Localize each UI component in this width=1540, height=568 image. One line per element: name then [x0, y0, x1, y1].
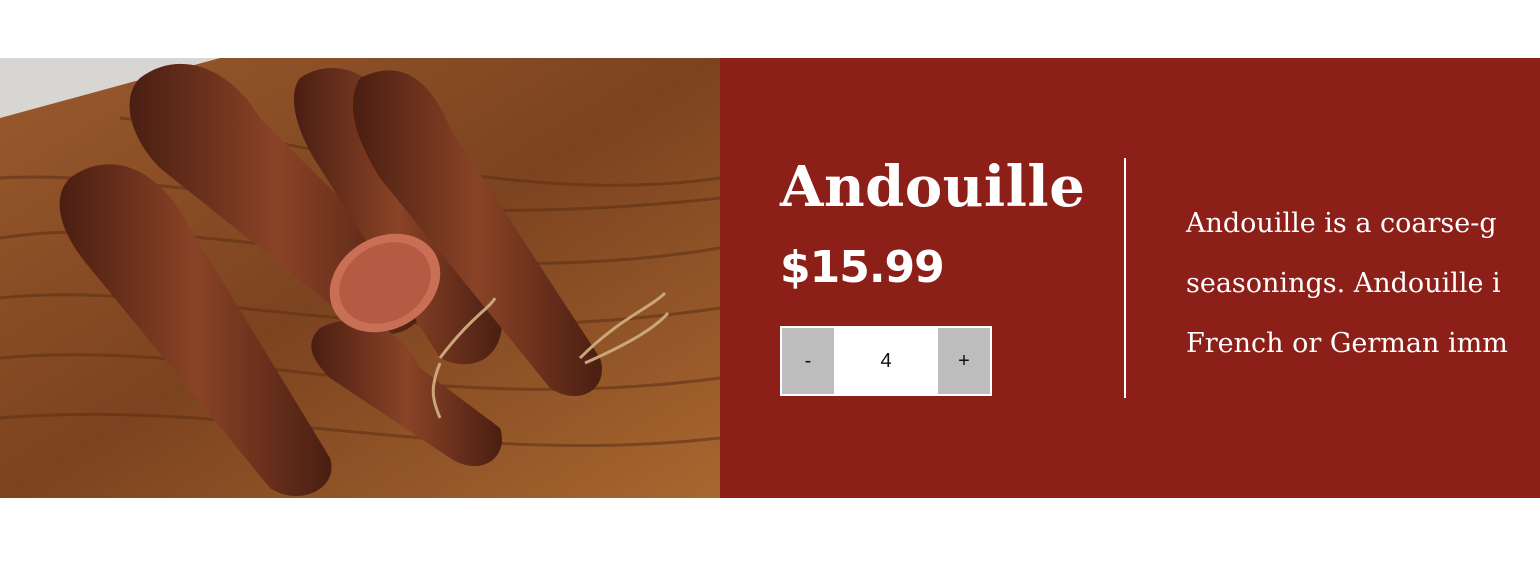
quantity-stepper: - +: [780, 326, 992, 396]
product-feature: Andouille $15.99 - + Andouille is a coar…: [0, 58, 1540, 498]
product-title: Andouille: [780, 154, 1086, 220]
product-info-panel: Andouille $15.99 - + Andouille is a coar…: [720, 58, 1540, 498]
product-photo: [0, 58, 720, 498]
sausage-photo-icon: [0, 58, 720, 498]
product-price: $15.99: [780, 242, 945, 293]
decrement-button[interactable]: -: [782, 328, 834, 394]
quantity-input[interactable]: [834, 328, 938, 394]
description-line: seasonings. Andouille i: [1186, 268, 1501, 299]
description-line: French or German imm: [1186, 328, 1508, 359]
description-line: Andouille is a coarse-g: [1186, 208, 1497, 239]
increment-button[interactable]: +: [938, 328, 990, 394]
vertical-divider: [1124, 158, 1126, 398]
product-description: Andouille is a coarse-g seasonings. Ando…: [1186, 194, 1540, 374]
